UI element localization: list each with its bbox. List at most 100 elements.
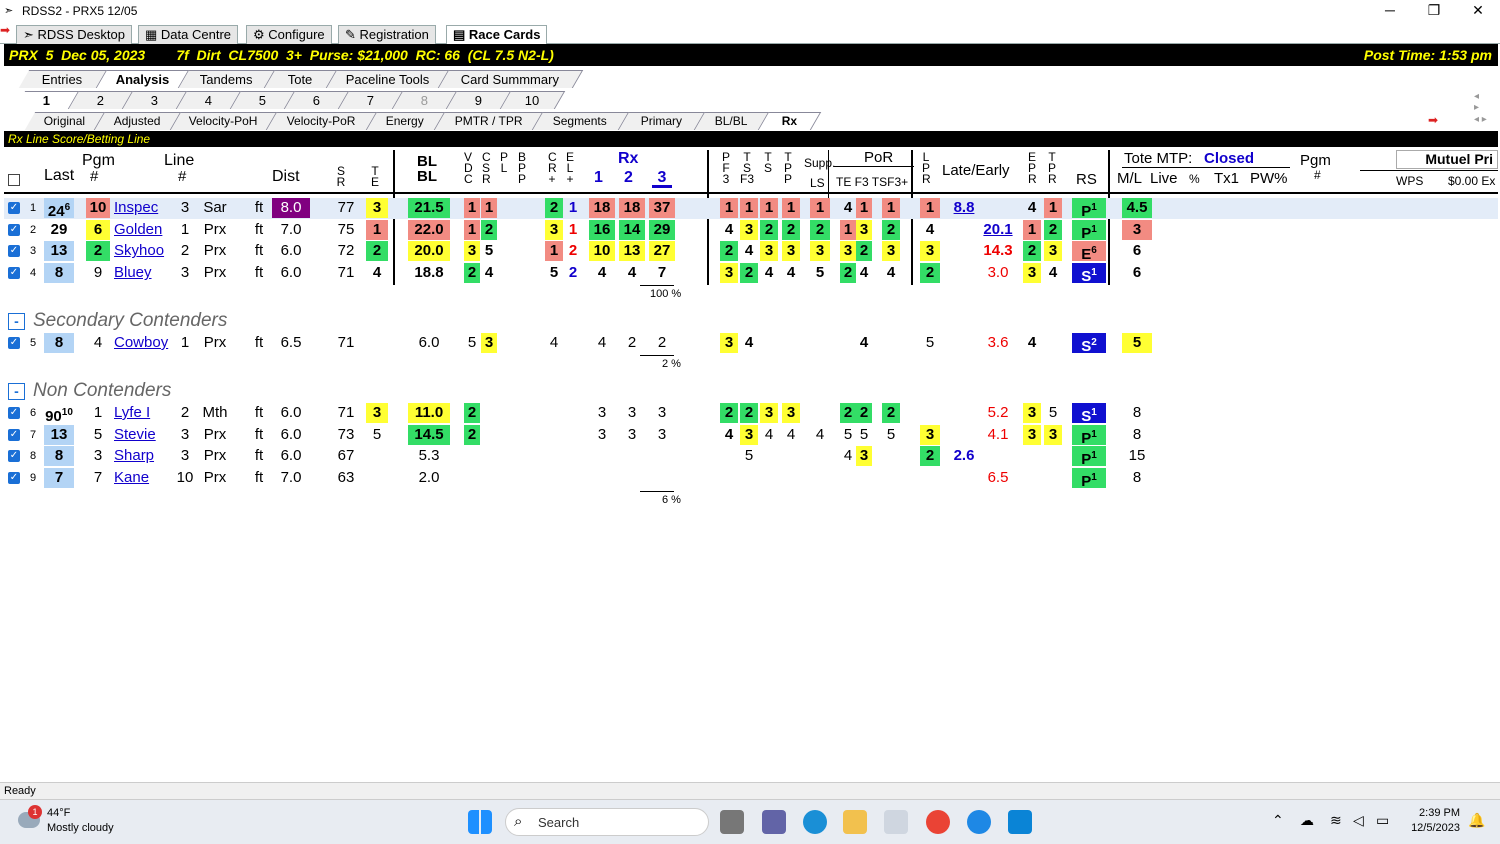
minimize-button[interactable]: ─ — [1368, 0, 1412, 22]
cell-name[interactable]: Inspec — [114, 198, 174, 218]
cell-rx3: 2 — [657, 334, 667, 351]
help-icon[interactable] — [967, 810, 991, 834]
cell-ts: 4 — [764, 264, 774, 282]
scroll-arrows-icon[interactable]: ◂ ▸ — [1474, 91, 1479, 113]
tab-data-centre[interactable]: ▦ Data Centre — [138, 25, 238, 44]
status-text: Ready — [4, 785, 36, 797]
cell-n: 1 — [29, 202, 37, 214]
tab-velocity-poh[interactable]: Velocity-PoH — [170, 112, 278, 130]
cell-te: 3 — [366, 198, 388, 218]
cell-name[interactable]: Cowboy — [114, 333, 174, 353]
cell-name[interactable]: Lyfe I — [114, 403, 174, 423]
file-explorer-icon[interactable] — [843, 810, 867, 834]
hdr-rx-2: 2 — [624, 169, 633, 186]
table-row[interactable]: ✓ 5 8 4 Cowboy 1 Prx ft 6.5 71 6.0 5 3 4 4 2 2 3 4 4 5 3.6 4 S2… — [4, 333, 1498, 355]
cell-f3: 4 — [859, 334, 869, 351]
cell-dist: 6.0 — [280, 425, 302, 443]
cell-rx1: 4 — [597, 334, 607, 351]
tab-paceline-tools[interactable]: Paceline Tools — [326, 70, 450, 88]
tab-rdss-desktop[interactable]: ➣ RDSS Desktop — [16, 25, 132, 44]
row-checkbox[interactable]: ✓ — [8, 267, 20, 280]
tab-primary[interactable]: Primary — [618, 112, 706, 130]
tab-original[interactable]: Original — [24, 112, 106, 130]
tab-tote[interactable]: Tote — [264, 70, 338, 88]
cell-name[interactable]: Golden — [114, 220, 174, 240]
arrow-icon: ➡ — [0, 23, 11, 37]
table-row[interactable]: ✓ 1 246 10 Inspec 3 Sar ft 8.0 77 3 21.5 1 1 2 1 18 18 37 1… — [4, 198, 1498, 220]
hdr-epr: E P R — [1028, 150, 1037, 186]
row-checkbox[interactable]: ✓ — [8, 337, 20, 349]
collapse-non-button[interactable]: - — [8, 383, 25, 400]
table-row[interactable]: ✓ 6 9010 1 Lyfe I 2 Mth ft 6.0 71 3 11.0 2 3 3 3 2 2 3 3 2 2 2… — [4, 403, 1498, 425]
hp-icon[interactable] — [1008, 810, 1032, 834]
tab-race-10[interactable]: 10 — [500, 91, 566, 109]
edge-icon[interactable] — [803, 810, 827, 834]
windows-start-icon[interactable] — [468, 810, 492, 834]
rdss-app-icon[interactable] — [884, 810, 908, 834]
table-row[interactable]: ✓ 9 7 7 Kane 10 Prx ft 7.0 63 2.0 6.5 P1 8 — [4, 468, 1498, 490]
cell-te: 2 — [366, 241, 388, 262]
mutuel-price-header[interactable]: Mutuel Pri — [1396, 150, 1498, 169]
cell-pgm: 1 — [93, 404, 103, 421]
cell-rs: S2 — [1072, 333, 1106, 355]
view-scroll-arrows-icon[interactable]: ◂ ▸ — [1474, 114, 1487, 125]
tab-adjusted[interactable]: Adjusted — [94, 112, 182, 130]
select-all-checkbox[interactable] — [8, 174, 20, 186]
tab-analysis[interactable]: Analysis — [96, 70, 190, 88]
tab-registration[interactable]: ✎ Registration — [338, 25, 436, 44]
tab-configure[interactable]: ⚙ Configure — [246, 25, 332, 44]
clock-date[interactable]: 12/5/2023 — [1404, 822, 1460, 834]
cell-late[interactable]: 8.8 — [950, 198, 978, 218]
tab-card-summary[interactable]: Card Summmary — [438, 70, 584, 88]
cell-name[interactable]: Bluey — [114, 263, 174, 283]
tab-race-cards[interactable]: ▤ Race Cards — [446, 25, 548, 44]
chrome-icon[interactable] — [926, 810, 950, 834]
hdr-vdc: V D C — [464, 150, 473, 186]
tab-energy[interactable]: Energy — [366, 112, 446, 130]
row-checkbox[interactable]: ✓ — [8, 202, 20, 214]
maximize-button[interactable]: ❐ — [1412, 0, 1456, 22]
clock-time[interactable]: 2:39 PM — [1404, 807, 1460, 819]
hdr-rx-3[interactable]: 3 — [652, 170, 672, 188]
task-view-icon[interactable] — [720, 810, 744, 834]
row-checkbox[interactable]: ✓ — [8, 428, 20, 441]
tab-bl-bl[interactable]: BL/BL — [694, 112, 770, 130]
row-checkbox[interactable]: ✓ — [8, 472, 20, 485]
tab-segments[interactable]: Segments — [532, 112, 630, 130]
cell-name[interactable]: Kane — [114, 468, 174, 488]
tab-tandems[interactable]: Tandems — [178, 70, 276, 88]
hdr-last: Last — [44, 167, 75, 184]
table-row[interactable]: ✓ 4 8 9 Bluey 3 Prx ft 6.0 71 4 18.8 2 4 5 2 4 4 7 3 2 4 4 5 2 4 4… — [4, 263, 1498, 285]
collapse-secondary-button[interactable]: - — [8, 313, 25, 330]
battery-icon[interactable]: ▭ — [1376, 812, 1389, 829]
tab-entries[interactable]: Entries — [18, 70, 108, 88]
notification-bell-icon[interactable]: 🔔 — [1468, 812, 1485, 829]
tab-pmtr-tpr[interactable]: PMTR / TPR — [434, 112, 544, 130]
table-row[interactable]: ✓ 7 13 5 Stevie 3 Prx ft 6.0 73 5 14.5 2 3 3 3 4 3 4 4 4 5 5 5 3… — [4, 424, 1498, 447]
close-button[interactable]: ✕ — [1456, 0, 1500, 22]
cell-epr: 2 — [1023, 241, 1041, 262]
taskbar-search[interactable]: ⌕ Search — [505, 808, 709, 836]
wifi-icon[interactable]: ≋ — [1330, 812, 1342, 829]
cell-trk: Prx — [203, 447, 227, 465]
row-checkbox[interactable]: ✓ — [8, 407, 20, 419]
row-checkbox[interactable]: ✓ — [8, 223, 20, 236]
table-row[interactable]: ✓ 8 8 3 Sharp 3 Prx ft 6.0 67 5.3 5 4 3 2 2.6 P1 15 — [4, 446, 1498, 468]
row-checkbox[interactable]: ✓ — [8, 450, 20, 463]
chevron-up-icon[interactable]: ⌃ — [1272, 812, 1284, 829]
rs-superscript: 1 — [1091, 407, 1097, 418]
tab-velocity-por[interactable]: Velocity-PoR — [266, 112, 378, 130]
table-row[interactable]: ✓ 2 29 6 Golden 1 Prx ft 7.0 75 1 22.0 1 2 3 1 16 14 29 4 3 2… — [4, 219, 1498, 242]
teams-icon[interactable] — [762, 810, 786, 834]
cell-name[interactable]: Skyhoo — [114, 241, 174, 261]
tab-rx[interactable]: Rx — [758, 112, 822, 130]
volume-icon[interactable]: ◁ — [1353, 812, 1364, 829]
row-checkbox[interactable]: ✓ — [8, 245, 20, 258]
cell-csr: 3 — [481, 333, 497, 353]
cell-name[interactable]: Stevie — [114, 425, 174, 445]
export-icon[interactable]: ➡ — [1428, 113, 1438, 127]
table-row[interactable]: ✓ 3 13 2 Skyhoo 2 Prx ft 6.0 72 2 20.0 3 5 1 2 10 13 27 2 4 3… — [4, 241, 1498, 263]
onedrive-icon[interactable]: ☁ — [1300, 812, 1314, 829]
cell-name[interactable]: Sharp — [114, 446, 174, 466]
cell-tsf3: 1 — [740, 198, 758, 218]
